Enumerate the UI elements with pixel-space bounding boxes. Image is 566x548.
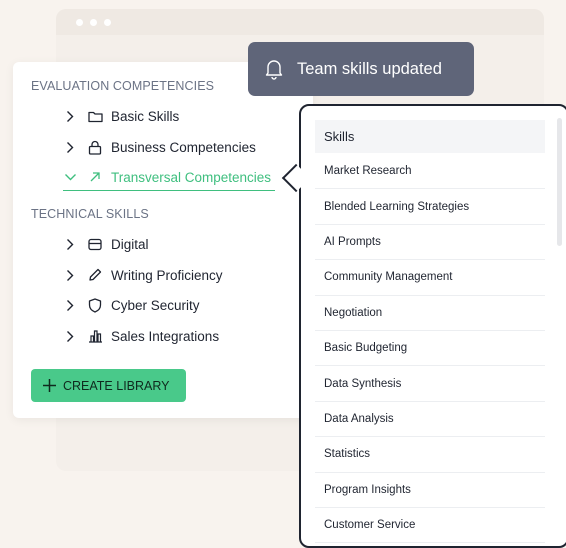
skills-list: Market Research Blended Learning Strateg… [315,154,545,544]
chevron-right-icon[interactable] [63,237,77,251]
skill-option[interactable]: Basic Budgeting [315,331,545,367]
chevron-right-icon[interactable] [63,109,77,123]
chevron-right-icon[interactable] [63,268,77,282]
skill-option[interactable]: Program Insights [315,473,545,508]
tree-item-label: Digital [111,236,149,252]
skill-option[interactable]: Market Research [315,154,545,190]
window-dot [104,18,111,26]
tree-item-label: Cyber Security [111,297,200,313]
bar-chart-icon [87,328,103,344]
tree-item-sales-integrations[interactable]: Sales Integrations [63,325,219,347]
tree-item-business-competencies[interactable]: Business Competencies [63,136,256,158]
create-library-button[interactable]: CREATE LIBRARY [31,369,186,402]
skill-option[interactable]: Data Analysis [315,402,545,438]
toast-message: Team skills updated [297,59,442,78]
window-titlebar [56,9,544,35]
scrollbar[interactable] [557,118,562,246]
lock-icon [87,139,103,155]
pencil-icon [87,267,103,283]
tree-item-digital[interactable]: Digital [63,233,149,255]
skill-option[interactable]: Customer Service [315,508,545,544]
chevron-down-icon[interactable] [63,170,77,184]
tree-item-writing-proficiency[interactable]: Writing Proficiency [63,264,223,286]
card-icon [87,236,103,252]
skill-option[interactable]: Statistics [315,437,545,473]
competencies-panel: EVALUATION COMPETENCIES Basic Skills Bus… [13,62,313,418]
skill-option[interactable]: Negotiation [315,296,545,331]
folder-icon [87,108,103,124]
tree-item-transversal-competencies[interactable]: Transversal Competencies [63,166,275,191]
skill-option[interactable]: Blended Learning Strategies [315,189,545,225]
chevron-right-icon[interactable] [63,298,77,312]
tree-item-cyber-security[interactable]: Cyber Security [63,294,200,316]
skill-option[interactable]: AI Prompts [315,225,545,261]
tree-item-label: Basic Skills [111,108,180,124]
chevron-right-icon[interactable] [63,329,77,343]
plus-icon [42,378,57,393]
arrow-up-right-icon [87,169,103,185]
skill-option[interactable]: Data Synthesis [315,366,545,402]
section-title-technical: TECHNICAL SKILLS [31,207,149,221]
skill-option[interactable]: Community Management [315,260,545,296]
window-dot [90,18,97,26]
toast-notification: Team skills updated [248,42,474,96]
section-title-evaluation: EVALUATION COMPETENCIES [31,79,215,93]
tree-item-label: Writing Proficiency [111,267,223,283]
tree-item-label: Sales Integrations [111,328,220,344]
window-dot [76,18,83,26]
tree-item-label: Transversal Competencies [111,169,272,185]
shield-icon [87,297,103,313]
bell-icon [264,58,284,80]
tree-item-label: Business Competencies [111,139,256,155]
skills-dropdown[interactable]: Skills Market Research Blended Learning … [299,104,566,548]
chevron-right-icon[interactable] [63,140,77,154]
skills-header: Skills [315,120,545,153]
tree-item-basic-skills[interactable]: Basic Skills [63,105,179,127]
create-library-label: CREATE LIBRARY [63,378,170,393]
